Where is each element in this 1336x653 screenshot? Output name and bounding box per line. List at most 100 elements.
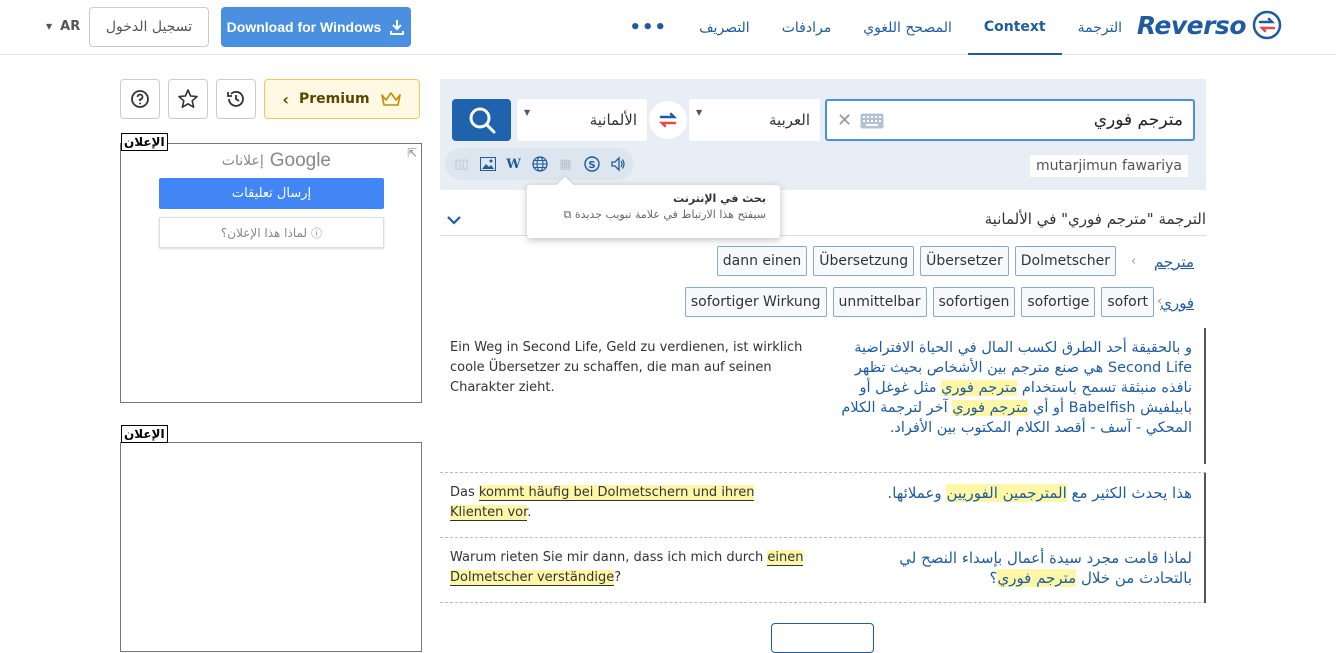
reverso-logo-icon: [1252, 10, 1282, 40]
nav-more-button[interactable]: •••: [614, 0, 684, 55]
nav-context[interactable]: Context: [967, 0, 1062, 55]
keyboard-icon[interactable]: [860, 113, 884, 129]
chevron-down-icon[interactable]: [446, 212, 462, 228]
google-ads-label: إعلانات: [221, 153, 264, 169]
example-target-text: Ein Weg in Second Life, Geld zu verdiene…: [450, 340, 803, 395]
translations-row-2: sofort sofortige sofortigen unmittelbar …: [684, 287, 1154, 317]
ad-container-1: ⇱ إعلانات Google إرسال تعليقات لماذا هذا…: [120, 143, 422, 403]
search-input[interactable]: ✕ مترجم فوري: [825, 99, 1195, 141]
highlighted-term: مترجم فوري: [952, 400, 1029, 416]
premium-button[interactable]: ‹ Premium: [264, 79, 420, 119]
s-circle-icon[interactable]: S: [583, 156, 600, 173]
example-target-text: Das kommt häufig bei Dolmetschern und ih…: [450, 483, 810, 523]
send-feedback-button[interactable]: إرسال تعليقات: [159, 178, 384, 209]
book-icon[interactable]: ▯▯: [453, 156, 470, 173]
download-windows-button[interactable]: Download for Windows: [221, 7, 411, 47]
main-nav: الترجمة Context المصحح اللغوي مرادفات ال…: [614, 0, 1138, 55]
example-row: Das kommt häufig bei Dolmetschern und ih…: [440, 473, 1206, 538]
external-link-icon: ⧉: [563, 208, 572, 221]
example-source-text: لماذا قامت مجرد سيدة أعمال بإسداء النصح …: [842, 548, 1192, 588]
example-text: هذا يحدث الكثير مع: [1066, 484, 1192, 502]
nav-conjugation[interactable]: التصريف: [683, 0, 766, 55]
nav-grammar[interactable]: المصحح اللغوي: [847, 0, 968, 55]
example-row: Warum rieten Sie mir dann, dass ich mich…: [440, 538, 1206, 603]
search-panel: ▼ الألمانية ▼ العربية ✕ مترجم فوري ▯▯ W …: [440, 79, 1206, 190]
translation-chip[interactable]: Dolmetscher: [1014, 246, 1116, 276]
wikipedia-icon[interactable]: W: [505, 156, 522, 173]
target-language-label: الألمانية: [589, 111, 637, 129]
source-language-label: العربية: [769, 111, 810, 129]
search-button[interactable]: [452, 99, 511, 141]
ad-label-1: الإعلان: [121, 133, 168, 151]
star-icon: [178, 89, 198, 108]
image-search-icon[interactable]: [479, 156, 496, 173]
swap-languages-button[interactable]: [649, 101, 687, 139]
source-language-select[interactable]: ▼ العربية: [689, 99, 820, 141]
chevron-left-icon: ‹: [1131, 254, 1137, 269]
highlighted-term: مترجم فوري: [941, 380, 1018, 396]
translation-chip[interactable]: unmittelbar: [832, 287, 927, 317]
tooltip-subtitle-text: سيفتح هذا الارتباط في علامة تبويب جديدة: [574, 208, 766, 221]
search-tools-bar: ▯▯ W ▦ S: [445, 148, 634, 180]
example-text: .: [527, 505, 532, 520]
download-icon: [390, 20, 405, 35]
example-target-text: Warum rieten Sie mir dann, dass ich mich…: [450, 548, 810, 588]
grid-icon[interactable]: ▦: [557, 156, 574, 173]
ui-language-label: AR: [60, 19, 81, 34]
search-query: مترجم فوري: [1093, 110, 1183, 130]
why-this-ad-label: لماذا هذا الإعلان؟: [220, 225, 308, 240]
target-language-select[interactable]: ▼ الألمانية: [517, 99, 647, 141]
nav-synonyms[interactable]: مرادفات: [766, 0, 848, 55]
example-accent-bar: [1204, 538, 1206, 603]
chevron-down-icon: ▼: [524, 108, 531, 117]
reverso-logo[interactable]: Reverso: [1137, 10, 1282, 40]
tooltip-title: بحث في الإنترنت: [673, 192, 766, 205]
download-label: Download for Windows: [226, 19, 382, 35]
more-examples-button[interactable]: [771, 623, 874, 653]
example-text: وعملائها.: [887, 484, 947, 502]
why-this-ad-button[interactable]: لماذا هذا الإعلان؟ ⓘ: [159, 217, 384, 248]
transliteration: mutarjimun fawariya: [1030, 155, 1188, 177]
help-icon: [131, 90, 149, 108]
example-accent-bar: [1204, 473, 1206, 538]
globe-icon[interactable]: [531, 156, 548, 173]
logo-text: Reverso: [1136, 10, 1247, 40]
crown-icon: [380, 92, 401, 106]
translation-chip[interactable]: Übersetzer: [920, 246, 1009, 276]
history-icon: [227, 91, 244, 107]
example-text: ?: [614, 570, 622, 585]
example-row: Ein Weg in Second Life, Geld zu verdiene…: [440, 328, 1206, 473]
top-header: Reverso الترجمة Context المصحح اللغوي مر…: [0, 0, 1336, 55]
translation-chip[interactable]: dann einen: [716, 246, 808, 276]
translation-chip[interactable]: sofort: [1101, 287, 1154, 317]
example-source-text: و بالحقيقة أحد الطرق لكسب المال في الحيا…: [840, 338, 1192, 438]
highlighted-term: kommt häufig bei Dolmetschern und ihren …: [450, 485, 755, 521]
tooltip-subtitle: سيفتح هذا الارتباط في علامة تبويب جديدة …: [541, 208, 766, 222]
web-search-tooltip: بحث في الإنترنت سيفتح هذا الارتباط في عل…: [527, 176, 780, 238]
example-text: Warum rieten Sie mir dann, dass ich mich…: [450, 550, 768, 565]
chevron-left-icon: ‹: [282, 89, 289, 109]
translations-row-1: Dolmetscher Übersetzer Übersetzung dann …: [716, 246, 1116, 276]
translation-chip[interactable]: sofortiger Wirkung: [684, 287, 827, 317]
ad-container-2: [120, 442, 422, 652]
translation-chip[interactable]: sofortige: [1021, 287, 1096, 317]
ad-label-2: الإعلان: [121, 425, 168, 443]
chevron-down-icon: ▼: [46, 22, 53, 31]
favorites-button[interactable]: [168, 79, 208, 119]
ui-language-select[interactable]: ▼ AR: [46, 19, 80, 34]
svg-text:S: S: [588, 160, 595, 171]
speaker-icon[interactable]: [609, 156, 626, 173]
login-button[interactable]: تسجيل الدخول: [89, 7, 209, 47]
source-word-link[interactable]: مترجم: [1154, 253, 1194, 271]
search-icon: [469, 107, 495, 134]
clear-icon[interactable]: ✕: [837, 110, 852, 131]
history-button[interactable]: [216, 79, 256, 119]
ad-options-arrow-icon[interactable]: ⇱: [407, 146, 417, 160]
source-word-link[interactable]: فوري: [1160, 294, 1194, 312]
google-logo: Google: [269, 150, 331, 171]
nav-translation[interactable]: الترجمة: [1062, 0, 1138, 55]
translation-chip[interactable]: Übersetzung: [813, 246, 915, 276]
example-source-text: هذا يحدث الكثير مع المترجمين الفوريين وع…: [842, 483, 1192, 503]
translation-chip[interactable]: sofortigen: [932, 287, 1016, 317]
help-button[interactable]: [120, 79, 160, 119]
